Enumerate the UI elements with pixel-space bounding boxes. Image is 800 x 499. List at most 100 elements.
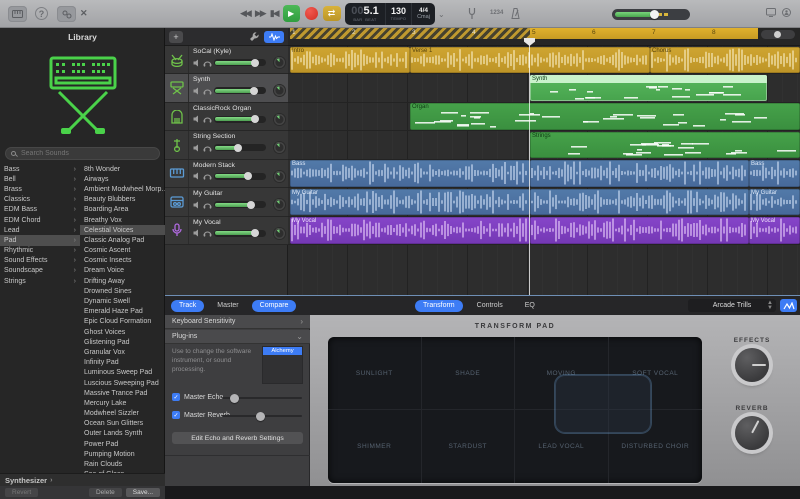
library-patch-infinity-pad[interactable]: Infinity Pad bbox=[80, 358, 165, 368]
metronome-button[interactable] bbox=[511, 8, 520, 19]
library-patch-airways[interactable]: Airways bbox=[80, 174, 165, 184]
library-patch-celestial-voices[interactable]: Celestial Voices bbox=[80, 225, 165, 235]
preset-dropdown[interactable]: Arcade Trills ▲▼ bbox=[688, 299, 776, 312]
search-input[interactable] bbox=[19, 149, 149, 158]
library-patch-8th-wonder[interactable]: 8th Wonder bbox=[80, 164, 165, 174]
library-patch-classic-analog-pad[interactable]: Classic Analog Pad bbox=[80, 235, 165, 245]
library-patch-breathy-vox[interactable]: Breathy Vox bbox=[80, 215, 165, 225]
library-patch-outer-lands-synth[interactable]: Outer Lands Synth bbox=[80, 429, 165, 439]
pan-knob[interactable] bbox=[274, 85, 285, 96]
library-patch-ghost-voices[interactable]: Ghost Voices bbox=[80, 327, 165, 337]
volume-knob[interactable] bbox=[247, 201, 255, 209]
library-category-bell[interactable]: Bell› bbox=[0, 174, 80, 184]
region-verse-1[interactable]: Verse 1 bbox=[410, 47, 650, 74]
library-patch-drowned-sines[interactable]: Drowned Sines bbox=[80, 286, 165, 296]
library-patch-luscious-sweeping-pad[interactable]: Luscious Sweeping Pad bbox=[80, 378, 165, 388]
go-to-beginning-button[interactable]: ▮◀ bbox=[270, 8, 278, 19]
library-patch-rain-clouds[interactable]: Rain Clouds bbox=[80, 459, 165, 469]
region-synth[interactable]: Synth bbox=[530, 75, 767, 102]
pan-knob[interactable] bbox=[274, 199, 285, 210]
library-category-bass[interactable]: Bass› bbox=[0, 164, 80, 174]
library-category-classics[interactable]: Classics› bbox=[0, 195, 80, 205]
master-reverb-checkbox[interactable]: ✓ bbox=[172, 411, 180, 419]
master-echo-checkbox[interactable]: ✓ bbox=[172, 393, 180, 401]
library-category-pad[interactable]: Pad› bbox=[0, 235, 80, 245]
track-header-synth[interactable]: Synth bbox=[165, 74, 288, 102]
library-patch-cosmic-insects[interactable]: Cosmic Insects bbox=[80, 256, 165, 266]
library-patch-dynamic-swell[interactable]: Dynamic Swell bbox=[80, 296, 165, 306]
library-patch-pumping-motion[interactable]: Pumping Motion bbox=[80, 449, 165, 459]
pan-knob[interactable] bbox=[274, 57, 285, 68]
track-volume-slider[interactable] bbox=[214, 201, 266, 208]
mute-icon[interactable] bbox=[193, 172, 201, 180]
alchemy-plugin-button[interactable]: Alchemy bbox=[263, 347, 302, 355]
track-volume-slider[interactable] bbox=[214, 144, 266, 151]
volume-knob[interactable] bbox=[251, 115, 259, 123]
pad-cell-shade[interactable]: SHADE bbox=[422, 337, 516, 410]
edit-echo-reverb-button[interactable]: Edit Echo and Reverb Settings bbox=[172, 432, 303, 444]
library-patch-granular-vox[interactable]: Granular Vox bbox=[80, 347, 165, 357]
library-category-soundscape[interactable]: Soundscape› bbox=[0, 266, 80, 276]
compare-button[interactable]: Compare bbox=[252, 300, 297, 312]
track-volume-slider[interactable] bbox=[214, 230, 266, 237]
headphones-icon[interactable] bbox=[203, 229, 212, 237]
cycle-region-inactive[interactable] bbox=[290, 28, 530, 39]
library-patch-ambient-modwheel-morp[interactable]: Ambient Modwheel Morp… bbox=[80, 184, 165, 194]
library-patch-cosmic-ascent[interactable]: Cosmic Ascent bbox=[80, 246, 165, 256]
track-header-modern-stack[interactable]: Modern Stack bbox=[165, 160, 288, 188]
media-browser-button[interactable] bbox=[8, 6, 27, 22]
library-category-rhythmic[interactable]: Rhythmic› bbox=[0, 246, 80, 256]
track-header-socal-kyle[interactable]: SoCal (Kyle) bbox=[165, 46, 288, 74]
region-chorus[interactable]: Chorus bbox=[650, 47, 800, 74]
track-header-my-vocal[interactable]: My Vocal bbox=[165, 217, 288, 245]
region-my-guitar[interactable]: My Guitar bbox=[290, 189, 530, 216]
quick-help-toggle[interactable] bbox=[782, 8, 791, 18]
library-category-edm-chord[interactable]: EDM Chord› bbox=[0, 215, 80, 225]
ruler[interactable]: 12345678 bbox=[288, 28, 800, 46]
track-volume-slider[interactable] bbox=[214, 116, 266, 123]
tab-controls[interactable]: Controls bbox=[469, 300, 511, 312]
pad-cell-shimmer[interactable]: SHIMMER bbox=[328, 410, 422, 483]
save-button[interactable]: Save... bbox=[126, 488, 160, 497]
library-category-brass[interactable]: Brass› bbox=[0, 184, 80, 194]
smart-controls-button[interactable] bbox=[249, 31, 260, 42]
display-mode-button[interactable] bbox=[766, 8, 776, 17]
track-header-string-section[interactable]: String Section bbox=[165, 131, 288, 159]
mute-icon[interactable] bbox=[193, 229, 201, 237]
library-patch-emerald-haze-pad[interactable]: Emerald Haze Pad bbox=[80, 307, 165, 317]
mute-icon[interactable] bbox=[193, 144, 201, 152]
zoom-slider[interactable] bbox=[761, 30, 795, 39]
library-category-lead[interactable]: Lead› bbox=[0, 225, 80, 235]
pan-knob[interactable] bbox=[274, 228, 285, 239]
pad-cell-stardust[interactable]: STARDUST bbox=[422, 410, 516, 483]
library-patch-glistening-pad[interactable]: Glistening Pad bbox=[80, 337, 165, 347]
volume-knob[interactable] bbox=[650, 10, 659, 19]
play-button[interactable]: ▶ bbox=[283, 5, 300, 22]
volume-knob[interactable] bbox=[244, 172, 252, 180]
track-volume-slider[interactable] bbox=[214, 59, 266, 66]
library-patch-ocean-sun-glitters[interactable]: Ocean Sun Glitters bbox=[80, 419, 165, 429]
region-6-1[interactable] bbox=[530, 217, 749, 244]
library-category-strings[interactable]: Strings› bbox=[0, 276, 80, 286]
library-patch-drifting-away[interactable]: Drifting Away bbox=[80, 276, 165, 286]
region-strings[interactable]: Strings bbox=[530, 132, 800, 159]
close-icon[interactable]: ✕ bbox=[80, 9, 88, 18]
region-4-1[interactable] bbox=[530, 160, 749, 187]
region-my-vocal[interactable]: My Vocal bbox=[290, 217, 530, 244]
library-patch-mercury-lake[interactable]: Mercury Lake bbox=[80, 398, 165, 408]
instrument-row[interactable]: Synthesizer › bbox=[0, 473, 165, 486]
forward-button[interactable]: ▶▶ bbox=[255, 8, 265, 19]
search-field[interactable] bbox=[5, 147, 160, 160]
region-my-vocal[interactable]: My Vocal bbox=[749, 217, 800, 244]
master-echo-slider[interactable] bbox=[222, 397, 302, 399]
library-patch-beauty-blubbers[interactable]: Beauty Blubbers bbox=[80, 195, 165, 205]
headphones-icon[interactable] bbox=[203, 59, 212, 67]
delete-button[interactable]: Delete bbox=[89, 488, 122, 497]
effects-knob[interactable] bbox=[735, 348, 769, 382]
rewind-button[interactable]: ◀◀ bbox=[240, 8, 250, 19]
headphones-icon[interactable] bbox=[203, 172, 212, 180]
headphones-icon[interactable] bbox=[203, 87, 212, 95]
library-category-sound-effects[interactable]: Sound Effects› bbox=[0, 256, 80, 266]
headphones-icon[interactable] bbox=[203, 201, 212, 209]
volume-knob[interactable] bbox=[251, 59, 259, 67]
